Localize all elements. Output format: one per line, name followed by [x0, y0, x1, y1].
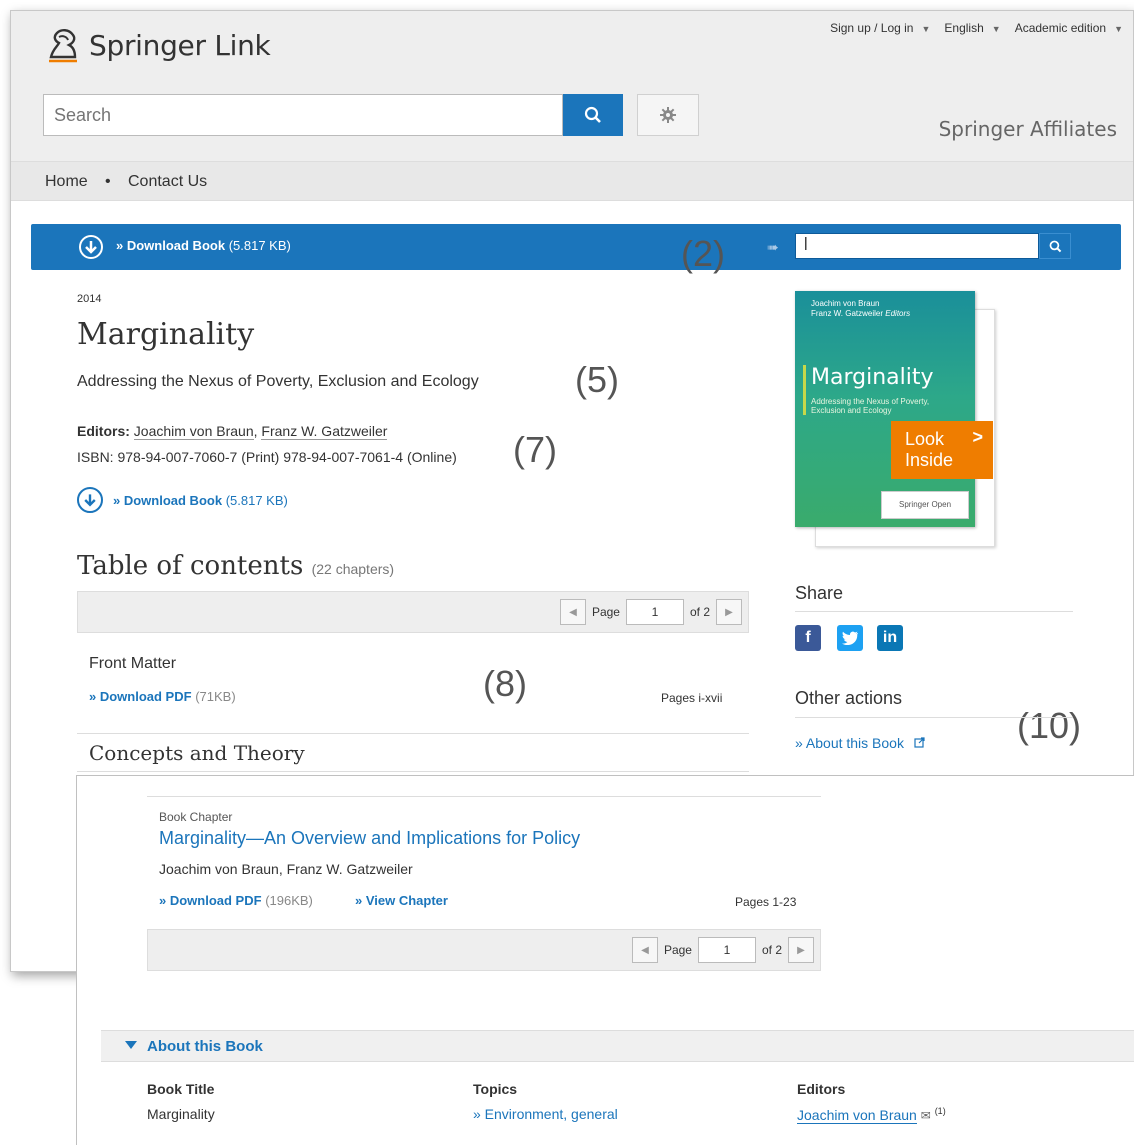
editor-link[interactable]: Joachim von Braun [133, 423, 254, 440]
page-number-input[interactable]: 1 [625, 599, 684, 625]
editor-link[interactable]: Franz W. Gatzweiler [261, 423, 388, 440]
logo-brand: Springer [89, 28, 206, 62]
divider [147, 796, 821, 797]
find-in-book-button[interactable] [1039, 233, 1071, 259]
download-icon[interactable] [79, 235, 103, 259]
pagination: ◀ Page 1 of 2 ▶ [631, 937, 814, 963]
external-link-icon [914, 737, 925, 748]
pagination: ◀ Page 1 of 2 ▶ [559, 599, 742, 625]
book-cover-image[interactable]: Joachim von Braun Franz W. Gatzweiler Ed… [795, 291, 975, 527]
chevron-right-icon: > [972, 427, 983, 447]
toc-heading: Table of contents (22 chapters) [77, 551, 395, 581]
chapter-authors: Joachim von Braun, Franz W. Gatzweiler [159, 861, 413, 877]
prev-page-button[interactable]: ◀ [631, 937, 658, 963]
search-icon [584, 106, 601, 123]
divider [795, 611, 1073, 612]
signup-login-menu[interactable]: Sign up / Log in ▼ [830, 21, 930, 35]
download-toolbar: » Download Book (5.817 KB) ➠ | [31, 224, 1121, 270]
divider [77, 733, 749, 734]
caret-down-icon [125, 1041, 137, 1049]
breadcrumb: Home • Contact Us [11, 161, 1133, 201]
view-chapter-link[interactable]: » View Chapter [355, 893, 448, 908]
page-title: Marginality [77, 317, 255, 352]
chevron-down-icon: ▼ [991, 24, 1001, 34]
prev-page-button[interactable]: ◀ [559, 599, 586, 625]
next-page-button[interactable]: ▶ [716, 599, 742, 625]
chapter-title-link[interactable]: Marginality—An Overview and Implications… [159, 828, 580, 849]
book-isbn: ISBN: 978-94-007-7060-7 (Print) 978-94-0… [77, 449, 457, 465]
look-inside-button[interactable]: Look Inside > [891, 421, 993, 479]
search-settings-button[interactable] [637, 94, 699, 136]
editor-link[interactable]: Joachim von Braun [797, 1106, 917, 1124]
page-number-input[interactable]: 1 [697, 937, 756, 963]
nav-separator: • [105, 173, 111, 190]
edition-menu[interactable]: Academic edition ▼ [1015, 21, 1123, 35]
chevron-down-icon: ▼ [921, 24, 931, 34]
callout-5: (5) [575, 359, 619, 400]
publisher-logo: Springer Open [881, 491, 969, 519]
callout-8: (8) [483, 663, 527, 704]
chapter-download-link[interactable]: » Download PDF (196KB) [159, 893, 313, 908]
nav-home-link[interactable]: Home [45, 173, 88, 191]
book-title-heading: Book Title [147, 1081, 215, 1097]
chapter-pages: Pages 1-23 [735, 895, 797, 909]
facebook-icon[interactable]: f [795, 625, 821, 651]
search-input[interactable] [43, 94, 563, 136]
front-matter-download-link[interactable]: » Download PDF (71KB) [89, 689, 236, 704]
download-book-link[interactable]: » Download Book (5.817 KB) [113, 493, 288, 508]
next-page-button[interactable]: ▶ [788, 937, 814, 963]
topic-link[interactable]: » Environment, general [473, 1106, 618, 1122]
about-this-book-link[interactable]: » About this Book [795, 735, 925, 751]
top-menu: Sign up / Log in ▼ English ▼ Academic edit… [830, 21, 1123, 35]
book-subtitle: Addressing the Nexus of Poverty, Exclusi… [77, 373, 479, 390]
book-editors: Editors: Joachim von Braun, Franz W. Gat… [77, 423, 388, 440]
callout-7: (7) [513, 429, 557, 470]
gear-icon [660, 107, 676, 123]
twitter-icon[interactable] [837, 625, 863, 651]
other-actions-heading: Other actions [795, 688, 903, 708]
springer-horse-icon [49, 29, 77, 63]
springer-affiliates-link[interactable]: Springer Affiliates [939, 117, 1117, 141]
topics-heading: Topics [473, 1081, 518, 1097]
language-menu[interactable]: English ▼ [944, 21, 1000, 35]
search-bar [43, 94, 623, 136]
publication-year: 2014 [77, 293, 102, 305]
chapter-overlay-window: Book Chapter Marginality—An Overview and… [76, 775, 1134, 1145]
share-heading: Share [795, 583, 844, 603]
editors-heading: Editors [797, 1081, 846, 1097]
toc-section-title: Concepts and Theory [89, 741, 305, 765]
divider [795, 717, 1073, 718]
content-type-label: Book Chapter [159, 810, 233, 824]
logo-product: Link [214, 28, 271, 62]
download-icon[interactable] [77, 487, 103, 513]
nav-contact-link[interactable]: Contact Us [128, 173, 207, 191]
linkedin-icon[interactable]: in [877, 625, 903, 651]
callout-2: (2) [681, 233, 725, 274]
chevron-down-icon: ▼ [1114, 24, 1123, 34]
search-button[interactable] [563, 94, 623, 136]
toc-pager-bar: ◀ Page 1 of 2 ▶ [77, 591, 749, 633]
download-book-row: » Download Book (5.817 KB) [77, 487, 288, 513]
download-book-link[interactable]: » Download Book (5.817 KB) [116, 238, 291, 253]
chapter-pager-bar: ◀ Page 1 of 2 ▶ [147, 929, 821, 971]
about-this-book-toggle[interactable]: About this Book [101, 1030, 1134, 1062]
springer-link-logo[interactable]: Springer Link [43, 25, 271, 65]
search-icon [1049, 240, 1061, 252]
mail-icon[interactable]: ✉ [921, 1109, 931, 1123]
site-header: Springer Link Sign up / Log in ▼ English ▼… [11, 11, 1133, 161]
editor-entry: Joachim von Braun ✉ (1) [797, 1106, 946, 1124]
find-in-book-input[interactable]: | [795, 233, 1039, 259]
arrow-right-icon: ➠ [767, 239, 779, 255]
book-title-value: Marginality [147, 1106, 215, 1122]
chapter-count: (22 chapters) [311, 561, 395, 577]
callout-10: (10) [1017, 705, 1082, 746]
front-matter-title: Front Matter [89, 655, 177, 672]
divider [77, 771, 749, 772]
front-matter-pages: Pages i-xvii [661, 691, 723, 705]
